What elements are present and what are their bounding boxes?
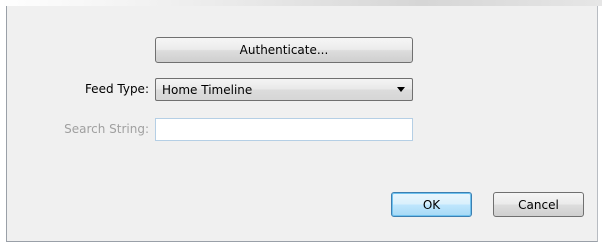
search-string-input[interactable] [155,118,413,141]
ok-button-label: OK [422,197,441,212]
feed-type-label: Feed Type: [84,82,149,96]
feed-type-select[interactable]: Home Timeline [155,78,413,101]
feed-type-selected-value: Home Timeline [162,82,253,97]
chevron-down-icon [397,87,405,92]
feed-settings-dialog: Authenticate... Feed Type: Home Timeline… [6,6,598,242]
cancel-button-label: Cancel [518,197,559,212]
ok-button[interactable]: OK [391,192,472,217]
cancel-button[interactable]: Cancel [493,192,584,217]
authenticate-button[interactable]: Authenticate... [155,37,413,63]
authenticate-button-label: Authenticate... [239,43,329,57]
search-string-label: Search String: [64,122,149,136]
